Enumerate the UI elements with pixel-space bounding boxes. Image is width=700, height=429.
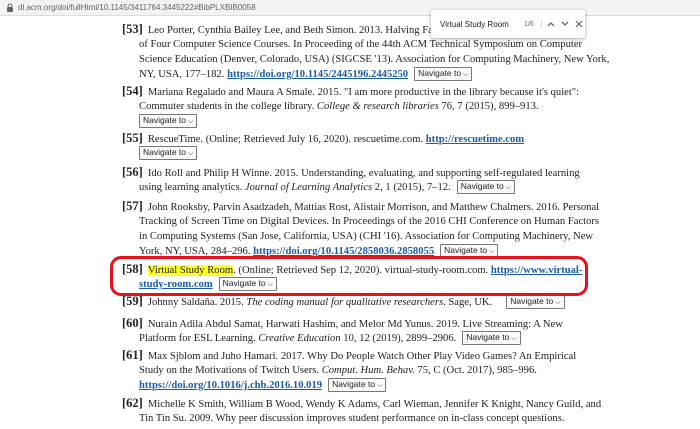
navigate-to-select[interactable]: Navigate to ⌵ [440,244,499,258]
reference-number: [61] [122,348,143,362]
navigate-to-label: Navigate to [143,115,186,125]
reference-number: [53] [122,22,143,36]
journal-name: College & research libraries [316,101,439,112]
reference-58: [58] Virtual Study Room. (Online; Retriev… [122,262,592,292]
chevron-down-icon: ⌵ [188,150,194,157]
reference-number: [59] [122,294,143,308]
navigate-to-select[interactable]: Navigate to ⌵ [139,114,198,128]
reference-text: Commuter students in the college library… [139,101,315,112]
reference-text: Leo Porter, Cynthia Bailey Lee, and Beth… [147,25,449,36]
navigate-to-select[interactable]: Navigate to ⌵ [414,67,473,81]
reference-number: [60] [122,316,143,330]
navigate-to-label: Navigate to [460,181,504,191]
reference-61: [61] Max Sjblom and Juho Hamari. 2017. Wh… [122,348,592,393]
reference-54: [54] Mariana Regalado and Maura A Smale. … [122,84,592,129]
reference-text: in Computing Systems (San Jose, Californ… [139,231,594,242]
navigate-to-select[interactable]: Navigate to ⌵ [218,277,277,291]
reference-number: [55] [122,131,143,145]
reference-text: 10, 12 (2019), 2899–2906. [343,333,457,344]
reference-text: Mariana Regalado and Maura A Smale. 2015… [147,87,580,98]
reference-text: Michelle K Smith, William B Wood, Wendy … [147,399,602,410]
reference-59: [59] Johnny Saldaña. 2015. The coding man… [122,294,592,309]
reference-55: [55] RescueTime. (Online; Retrieved July … [122,131,592,161]
reference-text: 76, 7 (2015), 899–913. [441,101,539,112]
reference-text: York, NY, USA, 284–296. [139,246,251,257]
chevron-down-icon: ⌵ [377,382,383,389]
doi-link[interactable]: https://doi.org/10.1016/j.chb.2016.10.01… [139,380,322,391]
navigate-to-select[interactable]: Navigate to ⌵ [456,180,516,194]
book-title: The coding manual for qualitative resear… [246,297,444,308]
navigate-to-label: Navigate to [418,68,462,78]
reference-text: Tin Tin Su. 2009. Why peer discussion im… [139,413,565,424]
reference-text: . Sage, UK. [443,297,493,308]
find-next-button[interactable] [559,16,570,32]
reference-number: [56] [122,165,143,179]
navigate-to-label: Navigate to [510,296,554,306]
reference-text: John Rooksby, Parvin Asadzadeh, Mattias … [147,202,600,213]
navigate-to-select[interactable]: Navigate to ⌵ [506,295,565,309]
navigate-to-label: Navigate to [466,332,510,342]
reference-56: [56] Ido Roll and Philip H Winne. 2015. U… [122,165,592,195]
reference-text: using learning analytics. [139,182,243,193]
address-bar[interactable]: dl.acm.org/doi/fullHtml/10.1145/3411764.… [0,0,700,16]
reference-text: 75, C (Oct. 2017), 985–996. [417,365,537,376]
reference-text: of Four Computer Science Courses. In Pro… [139,39,583,50]
reference-number: [54] [122,84,143,98]
reference-number: [62] [122,396,143,410]
doi-link-continued[interactable]: study-room.com [139,279,213,290]
url-text[interactable]: dl.acm.org/doi/fullHtml/10.1145/3411764.… [18,3,256,12]
journal-name: Journal of Learning Analytics [244,182,373,193]
chevron-down-icon: ⌵ [463,71,469,78]
chevron-down-icon: ⌵ [505,184,512,191]
reference-text: Max Sjblom and Juho Hamari. 2017. Why Do… [147,351,577,362]
reference-57: [57] John Rooksby, Parvin Asadzadeh, Matt… [122,199,600,259]
navigate-to-label: Navigate to [444,245,488,255]
chevron-down-icon: ⌵ [188,118,194,125]
reference-number: [57] [122,199,143,213]
reference-text: Tracking of Screen Time on Digital Devic… [139,216,600,227]
reference-text: Platform for ESL Learning. [139,333,256,344]
navigate-to-select[interactable]: Navigate to ⌵ [328,378,387,392]
find-close-button[interactable] [574,16,585,32]
doi-link[interactable]: https://www.virtual- [491,265,583,276]
chevron-down-icon: ⌵ [267,281,273,288]
reference-60: [60] Nurain Adila Abdul Samat, Harwati Ha… [122,316,592,346]
doi-link[interactable]: https://doi.org/10.1145/2445196.2445250 [227,69,408,80]
reference-text: NY, USA, 177–182. [139,69,225,80]
find-previous-button[interactable] [545,16,556,32]
navigate-to-label: Navigate to [332,379,376,389]
find-bar: 1/6 [431,10,585,38]
lock-icon[interactable] [2,0,18,16]
chevron-down-icon: ⌵ [511,335,517,342]
reference-text: Ido Roll and Philip H Winne. 2015. Under… [147,168,580,179]
chevron-down-icon [561,21,569,26]
chevron-down-icon: ⌵ [489,248,495,255]
reference-text: 2, 1 (2015), 7–12. [374,182,451,193]
doi-link[interactable]: http://rescuetime.com [426,134,524,145]
chevron-up-icon [547,22,555,27]
navigate-to-select[interactable]: Navigate to ⌵ [139,146,198,160]
find-match-count: 1/6 [524,20,543,28]
reference-text: Johnny Saldaña. 2015. [147,297,244,308]
search-highlight: Virtual Study Room [147,265,234,276]
reference-text: RescueTime. (Online; Retrieved July 16, … [147,134,424,145]
navigate-to-label: Navigate to [143,147,186,157]
navigate-to-label: Navigate to [222,278,266,288]
reference-text: Science Education (Denver, Colorado, USA… [139,54,610,65]
find-input[interactable] [440,19,520,29]
chevron-down-icon: ⌵ [555,299,561,306]
reference-number: [58] [122,262,143,276]
doi-link[interactable]: https://doi.org/10.1145/2858036.2858055 [253,246,434,257]
reference-text: Nurain Adila Abdul Samat, Harwati Hashim… [147,319,563,330]
reference-62: [62] Michelle K Smith, William B Wood, We… [122,396,601,426]
journal-name: Comput. Hum. Behav. [321,365,415,376]
journal-name: Creative Education [258,333,341,344]
reference-text: Study on the Motivations of Twitch Users… [139,365,320,376]
navigate-to-select[interactable]: Navigate to ⌵ [462,331,521,345]
close-icon [575,20,583,28]
reference-text: . (Online; Retrieved Sep 12, 2020). virt… [233,265,489,276]
